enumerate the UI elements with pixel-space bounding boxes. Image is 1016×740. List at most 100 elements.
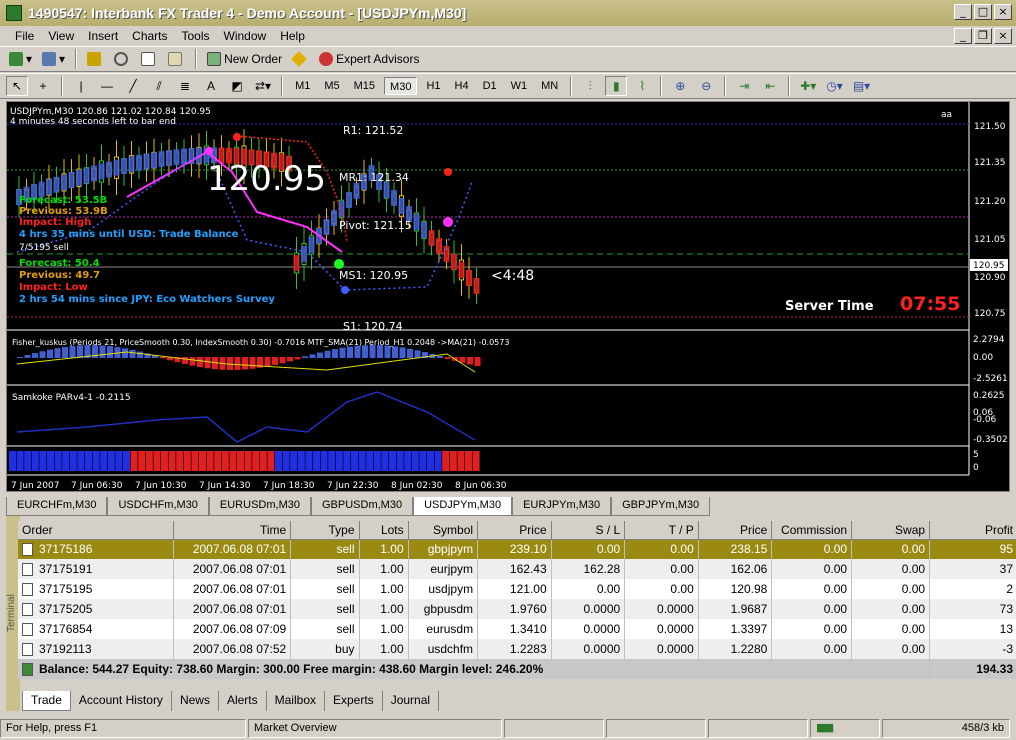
cursor-tool[interactable]: ↖ <box>6 76 28 96</box>
label-icon: ◩ <box>231 79 243 93</box>
mdi-minimize-button[interactable]: _ <box>954 28 972 44</box>
fisher-bar <box>242 357 248 370</box>
menu-insert[interactable]: Insert <box>81 29 125 43</box>
candlestick-button[interactable]: ▮ <box>605 76 628 96</box>
tab-alerts[interactable]: Alerts <box>219 691 267 711</box>
chart-tab-gbpjpy[interactable]: GBPJPYm,M30 <box>611 497 711 516</box>
signal-dot <box>233 133 241 141</box>
menu-view[interactable]: View <box>41 29 81 43</box>
arrows-tool[interactable]: ⇄▾ <box>252 76 274 96</box>
col-time[interactable]: Time <box>173 521 292 540</box>
mdi-close-button[interactable]: × <box>994 28 1012 44</box>
timeframe-m1[interactable]: M1 <box>290 77 315 95</box>
indicators-button[interactable]: ✚▾ <box>797 76 819 96</box>
order-cell: 0.0000 <box>624 619 699 639</box>
col-type[interactable]: Type <box>290 521 360 540</box>
col-swap[interactable]: Swap <box>851 521 931 540</box>
tab-mailbox[interactable]: Mailbox <box>267 691 325 711</box>
crosshair-tool[interactable]: + <box>32 76 54 96</box>
chart-tab-usdchf[interactable]: USDCHFm,M30 <box>107 497 209 516</box>
new-chart-icon <box>9 52 23 66</box>
tab-account-history[interactable]: Account History <box>71 691 172 711</box>
text-tool[interactable]: A <box>200 76 222 96</box>
new-order-button[interactable]: New Order <box>204 49 285 69</box>
expert-advisors-button[interactable]: Expert Advisors <box>316 49 422 69</box>
menu-tools[interactable]: Tools <box>175 29 217 43</box>
tab-news[interactable]: News <box>172 691 219 711</box>
connection-indicator[interactable]: ▮▮▮▮ <box>810 719 880 738</box>
band-bar <box>91 165 97 182</box>
col-price[interactable]: Price <box>477 521 552 540</box>
auto-scroll-button[interactable]: ⇥ <box>733 76 755 96</box>
timeframe-m30[interactable]: M30 <box>384 77 418 95</box>
price-chart[interactable]: USDJPYm,M30 120.86 121.02 120.84 120.95 … <box>7 102 1009 491</box>
col-tp[interactable]: T / P <box>624 521 699 540</box>
strength-block <box>328 451 336 471</box>
templates-button[interactable]: ▤▾ <box>850 76 873 96</box>
timeframe-w1[interactable]: W1 <box>506 77 533 95</box>
horizontal-line-tool[interactable]: — <box>96 76 118 96</box>
fibonacci-tool[interactable]: ≣ <box>174 76 196 96</box>
chart-tab-gbpusd[interactable]: GBPUSDm,M30 <box>310 497 414 516</box>
vertical-line-tool[interactable]: | <box>70 76 92 96</box>
strength-block <box>221 451 229 471</box>
market-watch-button[interactable] <box>84 49 107 69</box>
col-lots[interactable]: Lots <box>359 521 409 540</box>
chart-shift-button[interactable]: ⇤ <box>759 76 781 96</box>
chart-window[interactable]: USDJPYm,M30 120.86 121.02 120.84 120.95 … <box>6 101 1010 492</box>
price-axis-label: 120.90 <box>974 273 1006 283</box>
periods-button[interactable]: ◷▾ <box>823 76 846 96</box>
menu-help[interactable]: Help <box>273 29 312 43</box>
timeframe-m5[interactable]: M5 <box>319 77 344 95</box>
close-button[interactable]: × <box>994 4 1012 20</box>
band-bar <box>383 182 390 198</box>
strength-block <box>297 451 305 471</box>
tab-experts[interactable]: Experts <box>325 691 383 711</box>
strength-block <box>259 451 267 471</box>
fisher-bar <box>272 357 278 365</box>
channel-tool[interactable]: ⫽ <box>148 76 170 96</box>
profiles-button[interactable]: ▾ <box>39 49 68 69</box>
order-row[interactable]: 37192113 2007.06.08 07:52 buy 1.00 usdchfm 1.… <box>18 639 1016 659</box>
tab-trade[interactable]: Trade <box>22 691 71 711</box>
timeframe-h4[interactable]: H4 <box>450 77 474 95</box>
col-current-price[interactable]: Price <box>698 521 773 540</box>
col-profit[interactable]: Profit <box>929 521 1016 540</box>
chart-tab-eurjpy[interactable]: EURJPYm,M30 <box>512 497 612 516</box>
terminal-button[interactable] <box>138 49 161 69</box>
menu-file[interactable]: File <box>8 29 41 43</box>
col-order[interactable]: Order <box>18 521 174 540</box>
label-tool[interactable]: ◩ <box>226 76 248 96</box>
minimize-button[interactable]: _ <box>954 4 972 20</box>
order-row[interactable]: 37175191 2007.06.08 07:01 sell 1.00 eurjpym 1… <box>18 559 1016 579</box>
order-row[interactable]: 37176854 2007.06.08 07:09 sell 1.00 eurusdm 1… <box>18 619 1016 639</box>
order-cell: 121.00 <box>477 579 552 599</box>
zoom-out-button[interactable]: ⊖ <box>695 76 717 96</box>
metaeditor-button[interactable] <box>289 49 312 69</box>
timeframe-m15[interactable]: M15 <box>349 77 380 95</box>
chart-tab-usdjpy[interactable]: USDJPYm,M30 <box>413 497 513 516</box>
menu-window[interactable]: Window <box>217 29 274 43</box>
menu-charts[interactable]: Charts <box>125 29 174 43</box>
navigator-button[interactable] <box>111 49 134 69</box>
order-row[interactable]: 37175195 2007.06.08 07:01 sell 1.00 usdjpym 1… <box>18 579 1016 599</box>
zoom-in-button[interactable]: ⊕ <box>669 76 691 96</box>
col-commission[interactable]: Commission <box>771 521 853 540</box>
new-chart-button[interactable]: ▾ <box>6 49 35 69</box>
line-chart-button[interactable]: ⌇ <box>631 76 653 96</box>
order-row[interactable]: 37175186 2007.06.08 07:01 sell 1.00 gbpjpym 2… <box>18 539 1016 559</box>
trendline-tool[interactable]: ╱ <box>122 76 144 96</box>
tab-journal[interactable]: Journal <box>383 691 440 711</box>
order-row[interactable]: 37175205 2007.06.08 07:01 sell 1.00 gbpusdm 1… <box>18 599 1016 619</box>
timeframe-mn[interactable]: MN <box>536 77 563 95</box>
chart-tab-eurusd[interactable]: EURUSDm,M30 <box>208 497 311 516</box>
timeframe-h1[interactable]: H1 <box>421 77 445 95</box>
maximize-button[interactable]: □ <box>974 4 992 20</box>
strategy-tester-button[interactable] <box>165 49 188 69</box>
bar-chart-button[interactable]: ⫶ <box>579 76 601 96</box>
mdi-restore-button[interactable]: ❐ <box>974 28 992 44</box>
timeframe-d1[interactable]: D1 <box>478 77 502 95</box>
chart-tab-eurchf[interactable]: EURCHFm,M30 <box>6 497 108 516</box>
col-sl[interactable]: S / L <box>551 521 626 540</box>
col-symbol[interactable]: Symbol <box>408 521 479 540</box>
